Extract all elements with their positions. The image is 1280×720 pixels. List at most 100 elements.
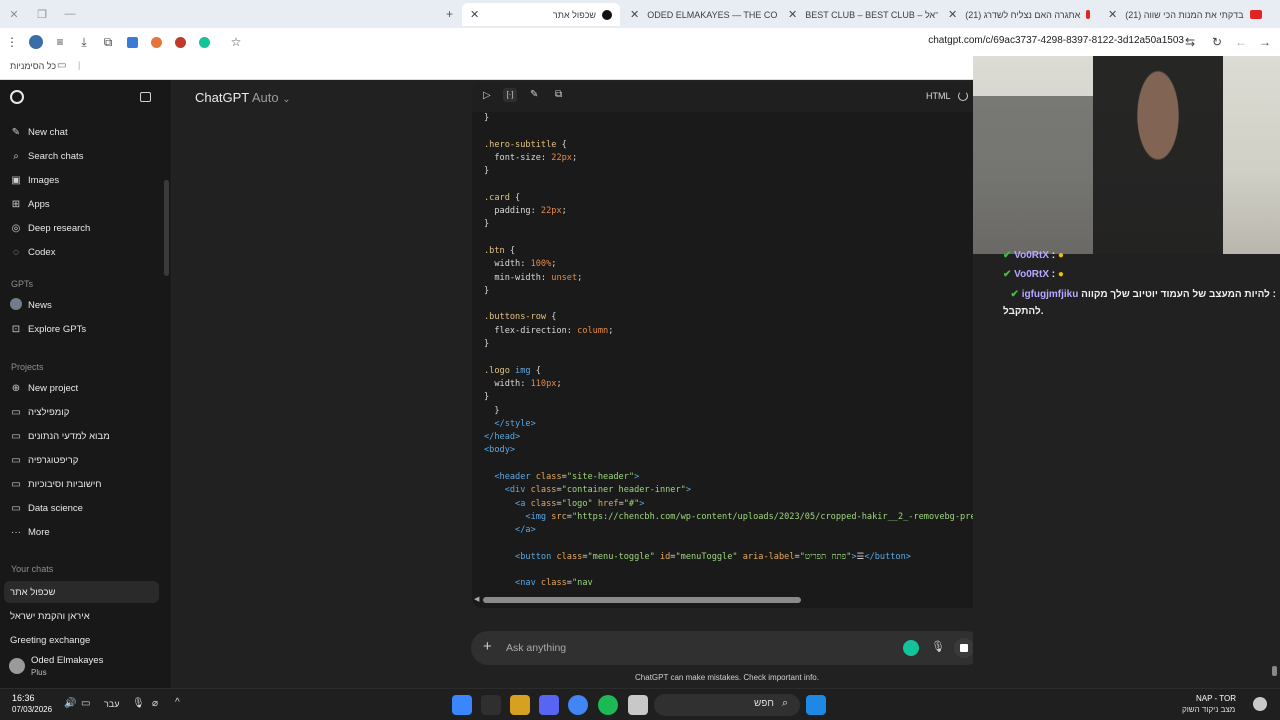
sidebar-item-search-chats[interactable]: ⌕ Search chats	[10, 147, 83, 165]
chat-scrollbar[interactable]	[1272, 666, 1277, 676]
extension-icon[interactable]	[120, 30, 144, 54]
attach-plus-icon[interactable]: +	[483, 638, 492, 655]
new-tab-icon[interactable]: +	[446, 7, 453, 21]
taskbar-search[interactable]: חפש ⌕	[654, 694, 800, 716]
language-indicator[interactable]: עבר	[104, 699, 119, 709]
volume-icon[interactable]: 🔊	[64, 698, 76, 709]
sidebar-item-codex[interactable]: ◌ Codex	[10, 243, 55, 261]
taskbar-terminal-icon[interactable]	[481, 695, 501, 715]
chat-item[interactable]: איראן והקמת ישראל	[10, 607, 90, 625]
sidebar-item-project[interactable]: ▭ קריפטוגרפיה	[10, 451, 78, 469]
run-icon[interactable]: ▷	[483, 90, 491, 101]
file-explorer-icon[interactable]	[628, 695, 648, 715]
chat-item-active[interactable]: שכפול אתר	[10, 583, 55, 601]
sidebar-item-deep-research[interactable]: ◎ Deep research	[10, 219, 91, 237]
windows-start-icon[interactable]	[806, 695, 826, 715]
microphone-icon[interactable]: 🎙	[132, 698, 145, 709]
extension-icon[interactable]	[168, 30, 192, 54]
browser-tab-active[interactable]: ✕ שכפול אתר	[462, 3, 620, 26]
close-tab-icon[interactable]: ✕	[470, 8, 479, 21]
user-name[interactable]: Oded Elmakayes	[31, 655, 103, 666]
code-token: }	[484, 405, 500, 416]
copy-icon[interactable]: ⧉	[555, 89, 562, 100]
folder-icon: ▭	[11, 502, 21, 514]
close-tab-icon[interactable]: ✕	[1108, 8, 1117, 21]
extensions-icon[interactable]: ⧉	[96, 30, 120, 54]
browser-tab[interactable]: ✕ (21) אתגרה האם נצליח לשדרג	[940, 3, 1098, 26]
edit-icon: ✎	[11, 126, 21, 138]
extension-icon[interactable]	[144, 30, 168, 54]
widget-title[interactable]: NAP - TOR	[1196, 694, 1236, 703]
code-token: }	[484, 339, 490, 350]
widget-icon[interactable]	[1253, 697, 1267, 711]
grammarly-icon[interactable]	[192, 30, 216, 54]
browser-tab[interactable]: ✕ ODED ELMAKAYES — THE COR	[622, 3, 778, 26]
taskbar-apps-icon[interactable]	[452, 695, 472, 715]
sidebar-toggle-icon[interactable]	[140, 92, 151, 102]
code-token: "container header-inner"	[561, 485, 686, 496]
sidebar-item-more[interactable]: ··· More	[10, 523, 50, 541]
model-selector[interactable]: ChatGPT Auto ⌄	[195, 90, 291, 105]
bookmark-star-icon[interactable]: ☆	[224, 30, 248, 54]
avatar[interactable]	[9, 658, 25, 674]
reload-icon[interactable]: ↻	[1205, 30, 1229, 54]
code-line: <header class="site-header">	[484, 471, 982, 484]
sidebar-item-apps[interactable]: ⊞ Apps	[10, 195, 50, 213]
horizontal-scrollbar[interactable]	[483, 597, 801, 603]
taskbar-app-icon[interactable]	[510, 695, 530, 715]
code-line: .card {	[484, 192, 982, 205]
model-mode: Auto	[251, 90, 279, 105]
close-tab-icon[interactable]: ✕	[948, 8, 957, 21]
sidebar-item-explore-gpts[interactable]: ⊡ Explore GPTs	[10, 320, 86, 338]
code-token: {	[504, 245, 516, 256]
sidebar-item-new-project[interactable]: ⊕ New project	[10, 379, 78, 397]
sidebar-scrollbar[interactable]	[164, 180, 169, 276]
minimize-window-icon[interactable]: —	[56, 8, 84, 20]
restore-window-icon[interactable]: ❐	[28, 8, 56, 21]
sidebar-item-news[interactable]: News	[10, 296, 52, 314]
close-window-icon[interactable]: ✕	[0, 8, 28, 21]
sidebar-item-project[interactable]: ▭ קומפילציה	[10, 403, 69, 421]
network-icon[interactable]: ▭	[81, 698, 90, 709]
spotify-icon[interactable]	[598, 695, 618, 715]
sidebar-item-project[interactable]: ▭ מבוא למדעי הנתונים	[10, 427, 109, 445]
tab-title: (21) בדקתי את המנות הכי שווה	[1125, 9, 1244, 20]
sidebar-item-new-chat[interactable]: ✎ New chat	[10, 123, 68, 141]
clock-date[interactable]: 07/03/2026	[12, 705, 52, 714]
browser-tab[interactable]: ✕ (21) בדקתי את המנות הכי שווה	[1100, 3, 1280, 26]
edit-icon[interactable]: ✎	[530, 89, 538, 100]
grammarly-icon[interactable]	[903, 640, 919, 656]
scroll-left-icon[interactable]: ◀	[474, 595, 479, 603]
openai-logo-icon[interactable]	[10, 90, 24, 104]
download-icon[interactable]: ⤓	[72, 30, 96, 54]
browser-tab[interactable]: ✕ BEST CLUB – BEST CLUB – שראל	[780, 3, 938, 26]
translate-icon[interactable]: ⇆	[1178, 30, 1202, 54]
close-tab-icon[interactable]: ✕	[788, 8, 797, 21]
sidebar-item-project[interactable]: ▭ Data science	[10, 499, 83, 517]
code-content[interactable]: } .hero-subtitle { font-size: 22px;} .card…	[484, 112, 982, 591]
menu-dots-icon[interactable]: ⋮	[0, 30, 24, 54]
code-line: .logo img {	[484, 365, 982, 378]
chrome-icon[interactable]	[568, 695, 588, 715]
discord-icon[interactable]	[539, 695, 559, 715]
microphone-icon[interactable]: 🎙	[931, 640, 945, 653]
sidebar-item-project[interactable]: ▭ חישוביות וסיבוכיות	[10, 475, 101, 493]
sidebar-item-images[interactable]: ▣ Images	[10, 171, 59, 189]
address-bar[interactable]: chatgpt.com/c/69ac3737-4298-8397-8122-3d…	[928, 35, 1184, 46]
back-icon[interactable]: →	[1253, 30, 1277, 54]
composer: + Ask anything 🎙	[471, 631, 983, 665]
profile-icon[interactable]	[24, 30, 48, 54]
code-token: "https://chencbh.com/wp-content/uploads/…	[571, 511, 982, 522]
clock-time[interactable]: 16:36	[12, 693, 35, 703]
code-view-icon[interactable]: [·]	[503, 88, 517, 102]
wifi-off-icon[interactable]: ⌀	[152, 698, 158, 709]
forward-icon[interactable]: ←	[1229, 30, 1253, 54]
reading-list-icon[interactable]: ≡	[48, 30, 72, 54]
more-icon: ···	[11, 526, 21, 538]
chat-item[interactable]: Greeting exchange	[10, 631, 90, 649]
all-bookmarks-label[interactable]: כל הסימניות	[10, 61, 56, 71]
prompt-input[interactable]: Ask anything	[506, 642, 566, 654]
stop-button[interactable]	[954, 638, 974, 658]
close-tab-icon[interactable]: ✕	[630, 8, 639, 21]
chevron-up-icon[interactable]: ^	[175, 697, 180, 708]
